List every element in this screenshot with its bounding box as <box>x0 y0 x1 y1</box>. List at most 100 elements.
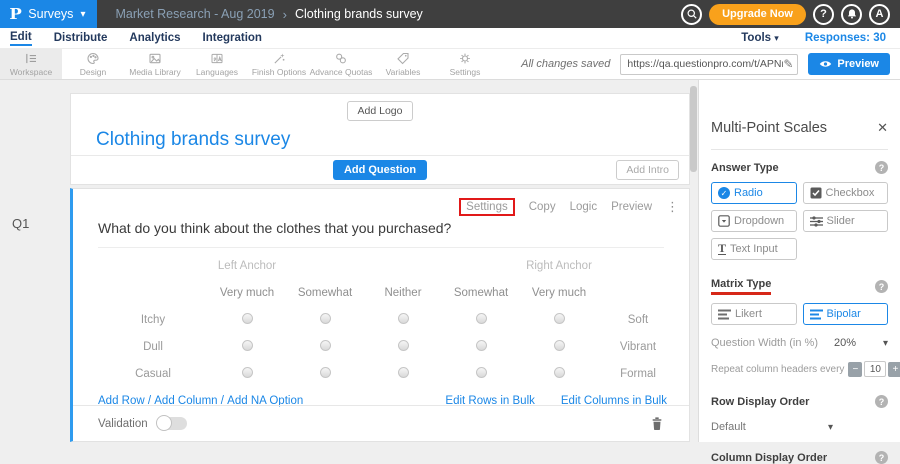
toolbar-item-variables[interactable]: Variables <box>372 49 434 79</box>
question-preview-button[interactable]: Preview <box>611 201 652 213</box>
column-header[interactable]: Very much <box>220 287 274 299</box>
question-settings-button[interactable]: Settings <box>459 198 515 216</box>
nav-tab-analytics[interactable]: Analytics <box>129 32 180 45</box>
vertical-scrollbar[interactable] <box>690 86 697 172</box>
settings-gear-icon <box>457 51 473 66</box>
repeat-headers-stepper: − 10 + <box>848 361 900 377</box>
variables-tag-icon <box>395 51 411 66</box>
edit-url-pencil-icon[interactable]: ✎ <box>783 57 793 71</box>
column-header[interactable]: Very much <box>532 287 586 299</box>
radio-option[interactable] <box>476 340 487 351</box>
radio-option[interactable] <box>398 340 409 351</box>
matrix-row: Casual Formal <box>98 360 678 387</box>
repeat-headers-value[interactable]: 10 <box>864 361 886 377</box>
increment-button[interactable]: + <box>888 362 900 377</box>
question-text[interactable]: What do you think about the clothes that… <box>98 220 451 236</box>
row-left-label[interactable]: Casual <box>98 360 208 387</box>
column-header[interactable]: Somewhat <box>454 287 508 299</box>
answer-type-checkbox[interactable]: Checkbox <box>803 182 889 204</box>
share-url-field[interactable]: ✎ <box>620 54 798 75</box>
help-icon[interactable]: ? <box>813 4 834 25</box>
radio-option[interactable] <box>398 367 409 378</box>
answer-type-option-label: Radio <box>734 187 763 199</box>
question-copy-button[interactable]: Copy <box>529 201 556 213</box>
right-anchor-label: Right Anchor <box>526 260 592 272</box>
question-width-value[interactable]: 20% <box>834 337 856 349</box>
row-display-order-select[interactable]: Default ▾ <box>711 421 888 433</box>
answer-type-radio[interactable]: ✓ Radio <box>711 182 797 204</box>
add-question-button[interactable]: Add Question <box>333 160 427 180</box>
radio-option[interactable] <box>554 340 565 351</box>
workspace-icon <box>23 51 39 66</box>
radio-option[interactable] <box>320 340 331 351</box>
help-icon[interactable]: ? <box>875 280 888 293</box>
row-right-label[interactable]: Soft <box>598 306 678 333</box>
answer-type-dropdown[interactable]: Dropdown <box>711 210 797 232</box>
preview-button[interactable]: Preview <box>808 53 890 75</box>
radio-option[interactable] <box>554 313 565 324</box>
responses-count[interactable]: Responses: 30 <box>805 32 886 44</box>
matrix-type-label: Matrix Type <box>711 278 771 295</box>
breadcrumb-separator-icon: › <box>283 7 287 22</box>
column-header[interactable]: Neither <box>384 287 421 299</box>
radio-option[interactable] <box>320 313 331 324</box>
toolbar-item-workspace[interactable]: Workspace <box>0 49 62 79</box>
help-icon[interactable]: ? <box>875 451 888 464</box>
breadcrumb: Market Research - Aug 2019 › Clothing br… <box>115 7 422 22</box>
search-icon[interactable] <box>681 4 702 25</box>
toolbar-item-settings[interactable]: Settings <box>434 49 496 79</box>
upgrade-now-button[interactable]: Upgrade Now <box>709 4 806 25</box>
help-icon[interactable]: ? <box>875 161 888 174</box>
toolbar-label: Finish Options <box>252 67 306 77</box>
toolbar-label: Media Library <box>129 67 181 77</box>
divider <box>711 149 888 150</box>
row-left-label[interactable]: Itchy <box>98 306 208 333</box>
radio-option[interactable] <box>242 367 253 378</box>
breadcrumb-folder[interactable]: Market Research - Aug 2019 <box>115 7 274 21</box>
slider-icon <box>810 216 823 227</box>
tools-menu[interactable]: Tools ▾ <box>741 32 779 44</box>
close-icon[interactable]: ✕ <box>877 121 888 136</box>
add-logo-button[interactable]: Add Logo <box>347 101 414 121</box>
nav-tab-integration[interactable]: Integration <box>203 32 262 45</box>
row-right-label[interactable]: Formal <box>598 360 678 387</box>
share-url-input[interactable] <box>627 58 783 70</box>
question-logic-button[interactable]: Logic <box>570 201 598 213</box>
question-width-label: Question Width (in %) <box>711 337 818 349</box>
answer-type-text-input[interactable]: T Text Input <box>711 238 797 260</box>
matrix-type-likert[interactable]: Likert <box>711 303 797 325</box>
radio-option[interactable] <box>398 313 409 324</box>
decrement-button[interactable]: − <box>848 362 862 377</box>
toolbar-item-finish-options[interactable]: Finish Options <box>248 49 310 79</box>
chevron-down-icon[interactable]: ▾ <box>883 338 888 349</box>
radio-option[interactable] <box>242 313 253 324</box>
toolbar-item-media-library[interactable]: Media Library <box>124 49 186 79</box>
main-nav: Edit Distribute Analytics Integration To… <box>0 28 900 48</box>
toolbar-label: Workspace <box>10 67 52 77</box>
radio-option[interactable] <box>242 340 253 351</box>
matrix-type-bipolar[interactable]: Bipolar <box>803 303 889 325</box>
row-right-label[interactable]: Vibrant <box>598 333 678 360</box>
text-input-icon: T <box>718 243 726 255</box>
notifications-bell-icon[interactable] <box>841 4 862 25</box>
column-header[interactable]: Somewhat <box>298 287 352 299</box>
avatar[interactable]: A <box>869 4 890 25</box>
add-intro-button[interactable]: Add Intro <box>616 160 679 180</box>
radio-option[interactable] <box>476 313 487 324</box>
toolbar-item-design[interactable]: Design <box>62 49 124 79</box>
radio-option[interactable] <box>320 367 331 378</box>
row-left-label[interactable]: Dull <box>98 333 208 360</box>
survey-title[interactable]: Clothing brands survey <box>96 129 689 151</box>
nav-tab-edit[interactable]: Edit <box>10 31 32 46</box>
toolbar-item-advance-quotas[interactable]: Advance Quotas <box>310 49 372 79</box>
radio-option[interactable] <box>554 367 565 378</box>
validation-toggle[interactable] <box>157 417 187 430</box>
question-more-options-icon[interactable]: ⋮ <box>666 200 679 215</box>
surveys-menu[interactable]: P Surveys ▾ <box>0 0 97 28</box>
delete-question-trash-icon[interactable] <box>650 416 664 431</box>
help-icon[interactable]: ? <box>875 395 888 408</box>
nav-tab-distribute[interactable]: Distribute <box>54 32 108 45</box>
radio-option[interactable] <box>476 367 487 378</box>
answer-type-slider[interactable]: Slider <box>803 210 889 232</box>
toolbar-item-languages[interactable]: Languages <box>186 49 248 79</box>
